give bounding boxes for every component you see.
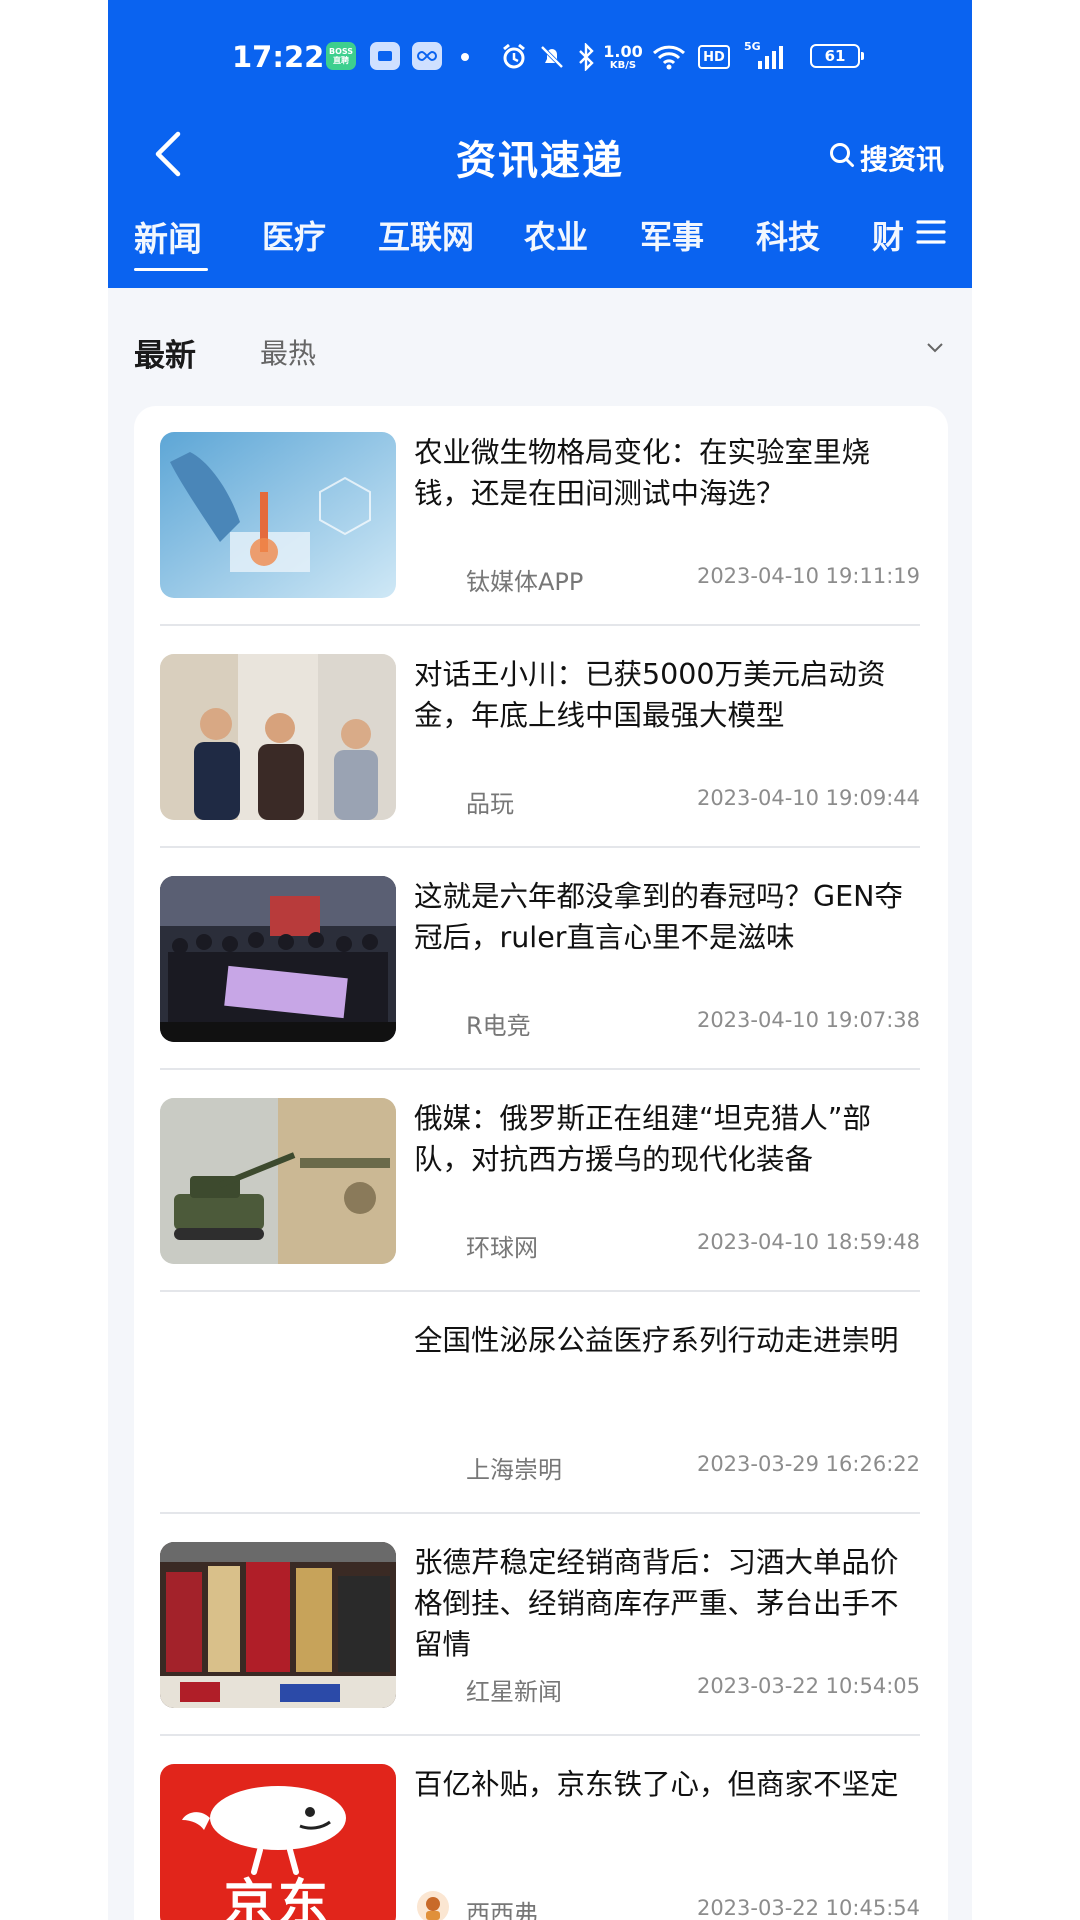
- divider: [160, 624, 920, 626]
- news-title: 全国性泌尿公益医疗系列行动走进崇明: [414, 1324, 899, 1357]
- network-speed: 1.00 KB/S: [603, 41, 643, 71]
- phone-screen: 17:22 BOSS 直聘 1.00 KB/S HD 5G 61 资讯速递 搜资…: [108, 0, 972, 1920]
- news-date: 2023-04-10 19:07:38: [696, 1008, 920, 1032]
- news-date: 2023-03-22 10:45:54: [696, 1896, 920, 1920]
- news-item[interactable]: 俄媒：俄罗斯正在组建“坦克猎人”部队，对抗西方援乌的现代化装备 环球网 2023…: [160, 1072, 920, 1292]
- sort-hottest-tab[interactable]: 最热: [260, 332, 316, 372]
- mute-bell-icon: [538, 42, 566, 72]
- news-source: 环球网: [466, 1234, 538, 1262]
- tab-agriculture[interactable]: 农业: [524, 212, 588, 258]
- battery-indicator: 61: [810, 44, 864, 68]
- search-label: 搜资讯: [860, 143, 945, 176]
- alarm-icon: [500, 42, 528, 72]
- news-thumbnail: [160, 876, 396, 1042]
- status-bar: 17:22 BOSS 直聘 1.00 KB/S HD 5G 61: [108, 30, 972, 86]
- news-title: 对话王小川：已获5000万美元启动资金，年底上线中国最强大模型: [414, 658, 886, 732]
- boss-app-icon: BOSS 直聘: [326, 42, 356, 70]
- news-source: 上海崇明: [466, 1456, 562, 1484]
- bluetooth-icon: [576, 42, 596, 72]
- news-title: 这就是六年都没拿到的春冠吗？GEN夺冠后，ruler直言心里不是滋味: [414, 880, 903, 954]
- tab-medical[interactable]: 医疗: [262, 212, 326, 258]
- tab-technology[interactable]: 科技: [756, 212, 820, 258]
- news-item[interactable]: 全国性泌尿公益医疗系列行动走进崇明 上海崇明 2023-03-29 16:26:…: [160, 1294, 920, 1514]
- chevron-down-icon[interactable]: [926, 338, 944, 356]
- signal-5g-1-icon: 5G: [744, 40, 784, 72]
- news-thumbnail: [160, 432, 396, 598]
- hd-voice-icon: HD: [698, 45, 730, 69]
- news-date: 2023-03-22 10:54:05: [696, 1674, 920, 1698]
- news-thumbnail: [160, 1098, 396, 1264]
- news-title: 俄媒：俄罗斯正在组建“坦克猎人”部队，对抗西方援乌的现代化装备: [414, 1102, 872, 1176]
- divider: [160, 1512, 920, 1514]
- news-thumbnail: 京东: [160, 1764, 396, 1920]
- search-icon: [828, 141, 856, 176]
- source-avatar: [416, 1890, 450, 1920]
- news-source: R电竞: [466, 1012, 531, 1040]
- news-item[interactable]: 对话王小川：已获5000万美元启动资金，年底上线中国最强大模型 品玩 2023-…: [160, 628, 920, 848]
- news-date: 2023-03-29 16:26:22: [696, 1452, 920, 1476]
- news-source: 品玩: [466, 790, 514, 818]
- news-source: 钛媒体APP: [466, 568, 584, 596]
- wifi-icon: [652, 42, 686, 72]
- news-source: 西西弗: [466, 1900, 538, 1920]
- news-date: 2023-04-10 19:11:19: [696, 564, 920, 588]
- infinity-app-icon: [412, 42, 442, 70]
- news-title: 农业微生物格局变化：在实验室里烧钱，还是在田间测试中海选？: [414, 436, 871, 510]
- active-tab-indicator: [134, 268, 208, 271]
- news-source: 红星新闻: [466, 1678, 562, 1706]
- tab-news[interactable]: 新闻: [134, 212, 202, 261]
- notification-dot-icon: [460, 42, 470, 72]
- tab-internet[interactable]: 互联网: [378, 212, 474, 258]
- divider: [160, 1290, 920, 1292]
- signal-5g-2-icon: [788, 42, 804, 72]
- news-date: 2023-04-10 19:09:44: [696, 786, 920, 810]
- news-title: 张德芹稳定经销商背后：习酒大单品价格倒挂、经销商库存严重、茅台出手不留情: [414, 1546, 899, 1661]
- news-item[interactable]: 这就是六年都没拿到的春冠吗？GEN夺冠后，ruler直言心里不是滋味 R电竞 2…: [160, 850, 920, 1070]
- message-app-icon: [370, 42, 400, 70]
- search-button[interactable]: 搜资讯: [828, 138, 944, 178]
- category-tabs: 新闻 医疗 互联网 农业 军事 科技 财: [108, 212, 972, 272]
- divider: [160, 1068, 920, 1070]
- divider: [160, 846, 920, 848]
- divider: [160, 1734, 920, 1736]
- sort-bar: 最新 最热: [108, 290, 972, 410]
- news-item[interactable]: 农业微生物格局变化：在实验室里烧钱，还是在田间测试中海选？ 钛媒体APP 202…: [160, 406, 920, 626]
- status-time: 17:22: [232, 40, 325, 74]
- news-title: 百亿补贴，京东铁了心，但商家不坚定: [414, 1768, 899, 1801]
- news-item[interactable]: 张德芹稳定经销商背后：习酒大单品价格倒挂、经销商库存严重、茅台出手不留情 红星新…: [160, 1516, 920, 1736]
- news-thumbnail: [160, 654, 396, 820]
- menu-icon[interactable]: [916, 218, 946, 246]
- app-header: 17:22 BOSS 直聘 1.00 KB/S HD 5G 61 资讯速递 搜资…: [108, 0, 972, 288]
- news-thumbnail: [160, 1542, 396, 1708]
- news-date: 2023-04-10 18:59:48: [696, 1230, 920, 1254]
- sort-newest-tab[interactable]: 最新: [134, 330, 196, 375]
- tab-finance[interactable]: 财: [872, 212, 904, 258]
- jd-logo-text: 京东: [224, 1874, 332, 1920]
- tab-military[interactable]: 军事: [640, 212, 704, 258]
- news-item[interactable]: 京东 百亿补贴，京东铁了心，但商家不坚定 西西弗 2023-03-22 10:4…: [160, 1738, 920, 1920]
- news-list: 农业微生物格局变化：在实验室里烧钱，还是在田间测试中海选？ 钛媒体APP 202…: [134, 406, 948, 1920]
